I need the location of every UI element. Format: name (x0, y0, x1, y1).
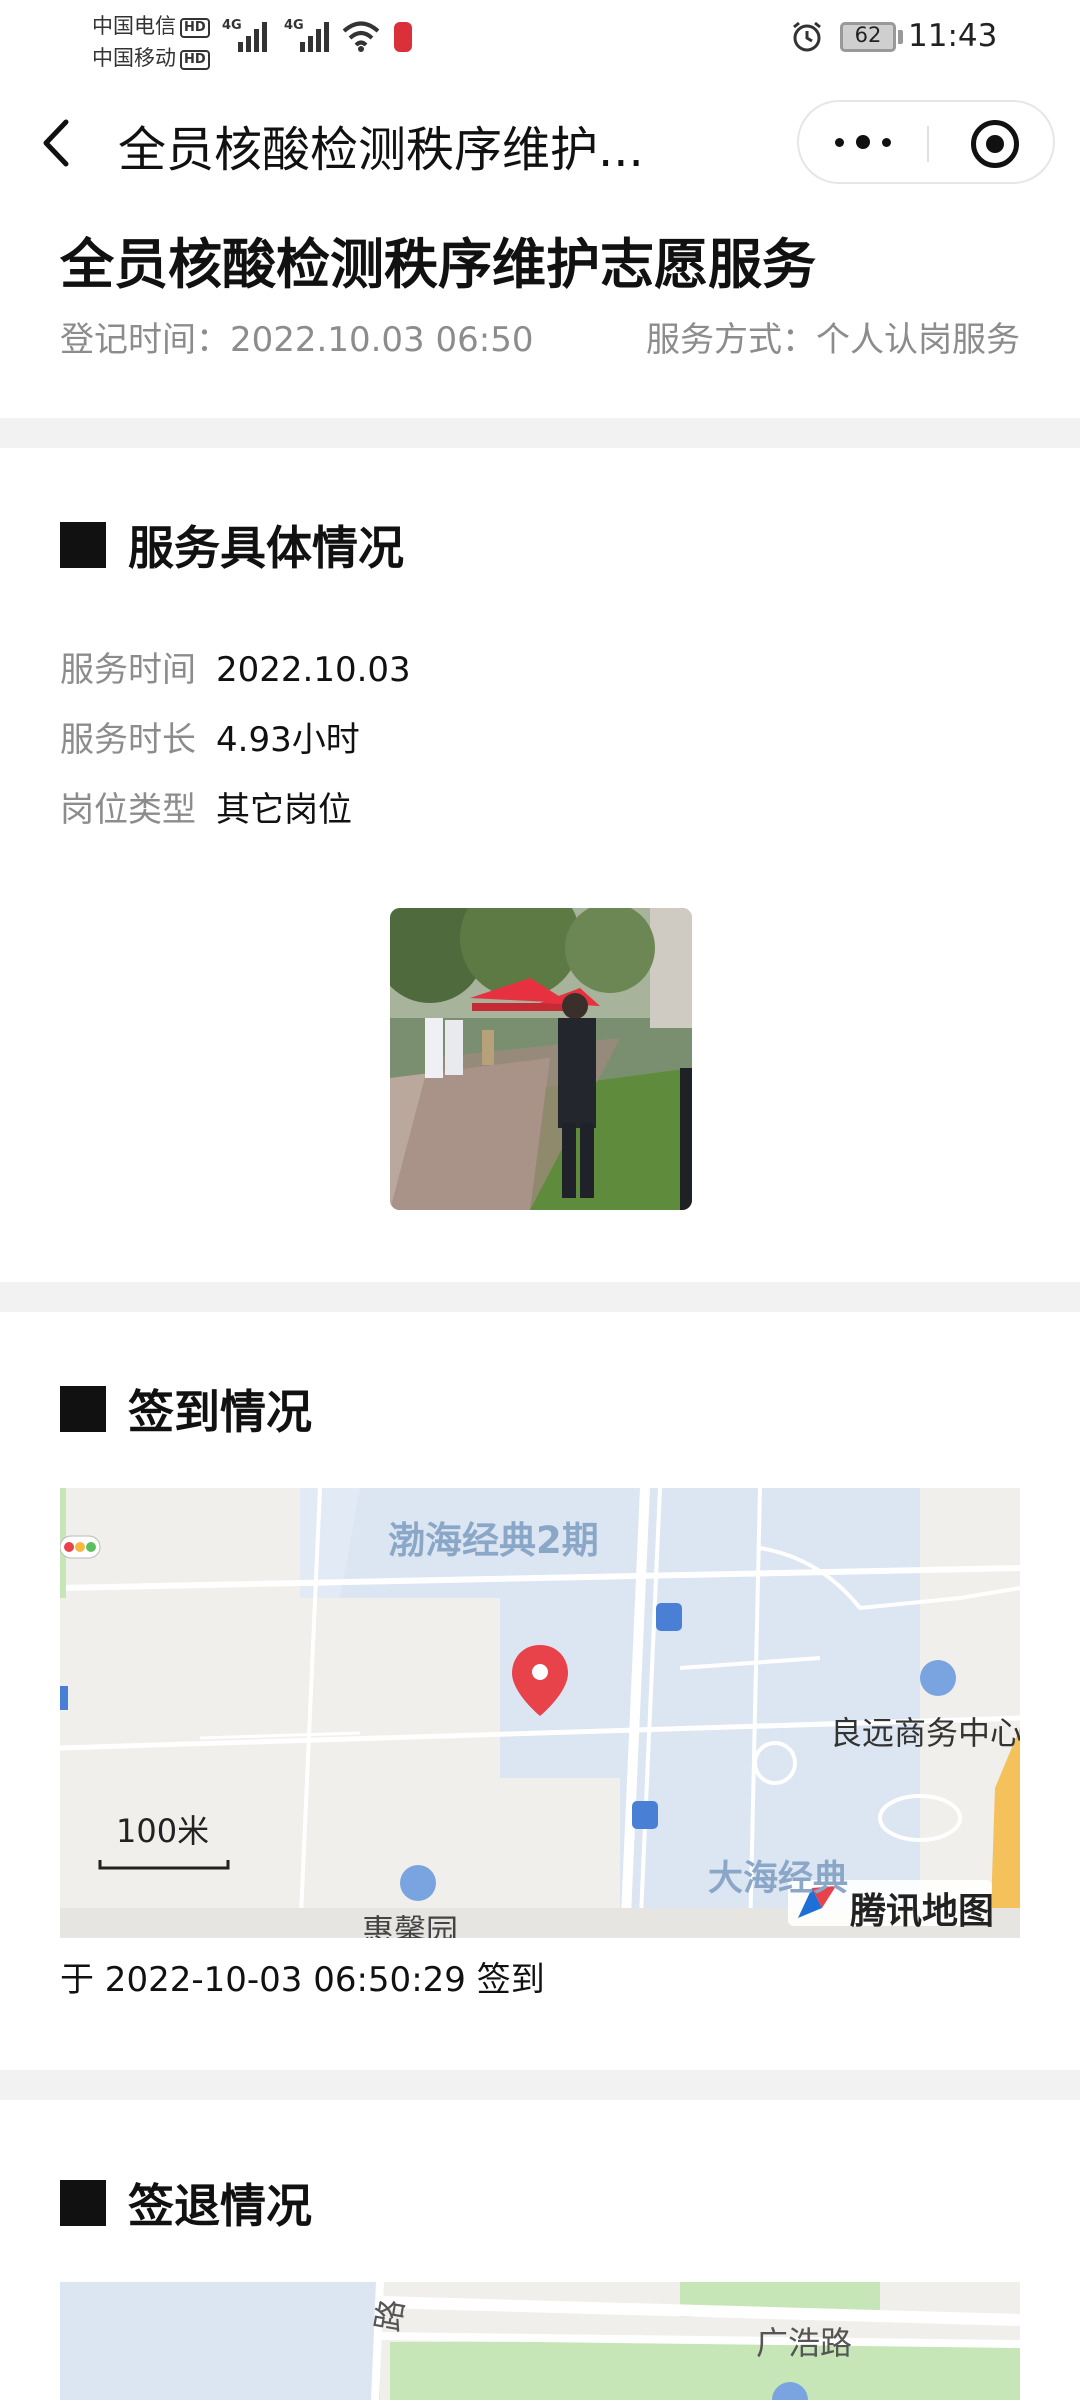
back-icon[interactable] (36, 116, 80, 170)
checkin-time-text: 于 2022-10-03 06:50:29 签到 (60, 1960, 545, 2000)
checkout-section-title: 签退情况 (60, 2170, 312, 2236)
notification-icon (394, 22, 412, 52)
detail-row: 服务时长 4.93小时 (60, 720, 360, 760)
section-divider (0, 1282, 1080, 1312)
clock: 11:43 (908, 18, 998, 54)
map-label: 大海经典 (708, 1859, 849, 1899)
carrier-telecom: 中国电信 HD (92, 10, 210, 40)
detail-row: 服务时间 2022.10.03 (60, 650, 411, 690)
close-mini-program-icon[interactable] (971, 120, 1019, 168)
mini-program-capsule (797, 100, 1055, 184)
battery-icon: 62 (840, 22, 896, 52)
service-photo[interactable] (390, 908, 692, 1210)
map-label: 良远商务中心 (830, 1714, 1020, 1752)
map-scale: 100米 (116, 1812, 210, 1850)
details-section-title: 服务具体情况 (60, 512, 404, 578)
map-provider-logo: 腾讯地图 (850, 1891, 995, 1932)
checkout-map[interactable]: 广浩路 路 (60, 2282, 1020, 2400)
nav-title: 全员核酸检测秩序维护... (118, 122, 644, 178)
carrier-mobile: 中国移动 HD (92, 42, 210, 72)
alarm-icon (793, 21, 821, 52)
page-title: 全员核酸检测秩序维护志愿服务 (60, 233, 816, 296)
map-label: 渤海经典2期 (388, 1519, 599, 1562)
more-icon[interactable] (835, 124, 891, 160)
section-marker (60, 522, 106, 568)
status-bar: 中国电信 HD 中国移动 HD 4G 4G 62 11:43 (0, 0, 1080, 80)
checkin-map[interactable]: 渤海经典2期 良远商务中心 大海经典 惠馨园 100米 腾讯地图 (60, 1488, 1020, 1938)
capsule-divider (927, 126, 929, 162)
detail-row: 岗位类型 其它岗位 (60, 790, 352, 830)
section-divider (0, 2070, 1080, 2100)
section-divider (0, 418, 1080, 448)
section-marker (60, 1386, 106, 1432)
nav-bar: 全员核酸检测秩序维护... (0, 86, 1080, 200)
wifi-icon (342, 21, 380, 52)
battery-tip (898, 30, 903, 44)
registered-time: 登记时间：2022.10.03 06:50 (60, 320, 534, 360)
map-road-label: 广浩路 (756, 2324, 853, 2362)
map-label: 惠馨园 (362, 1912, 459, 1938)
section-marker (60, 2180, 106, 2226)
checkin-section-title: 签到情况 (60, 1376, 312, 1442)
service-mode: 服务方式：个人认岗服务 (646, 320, 1020, 360)
